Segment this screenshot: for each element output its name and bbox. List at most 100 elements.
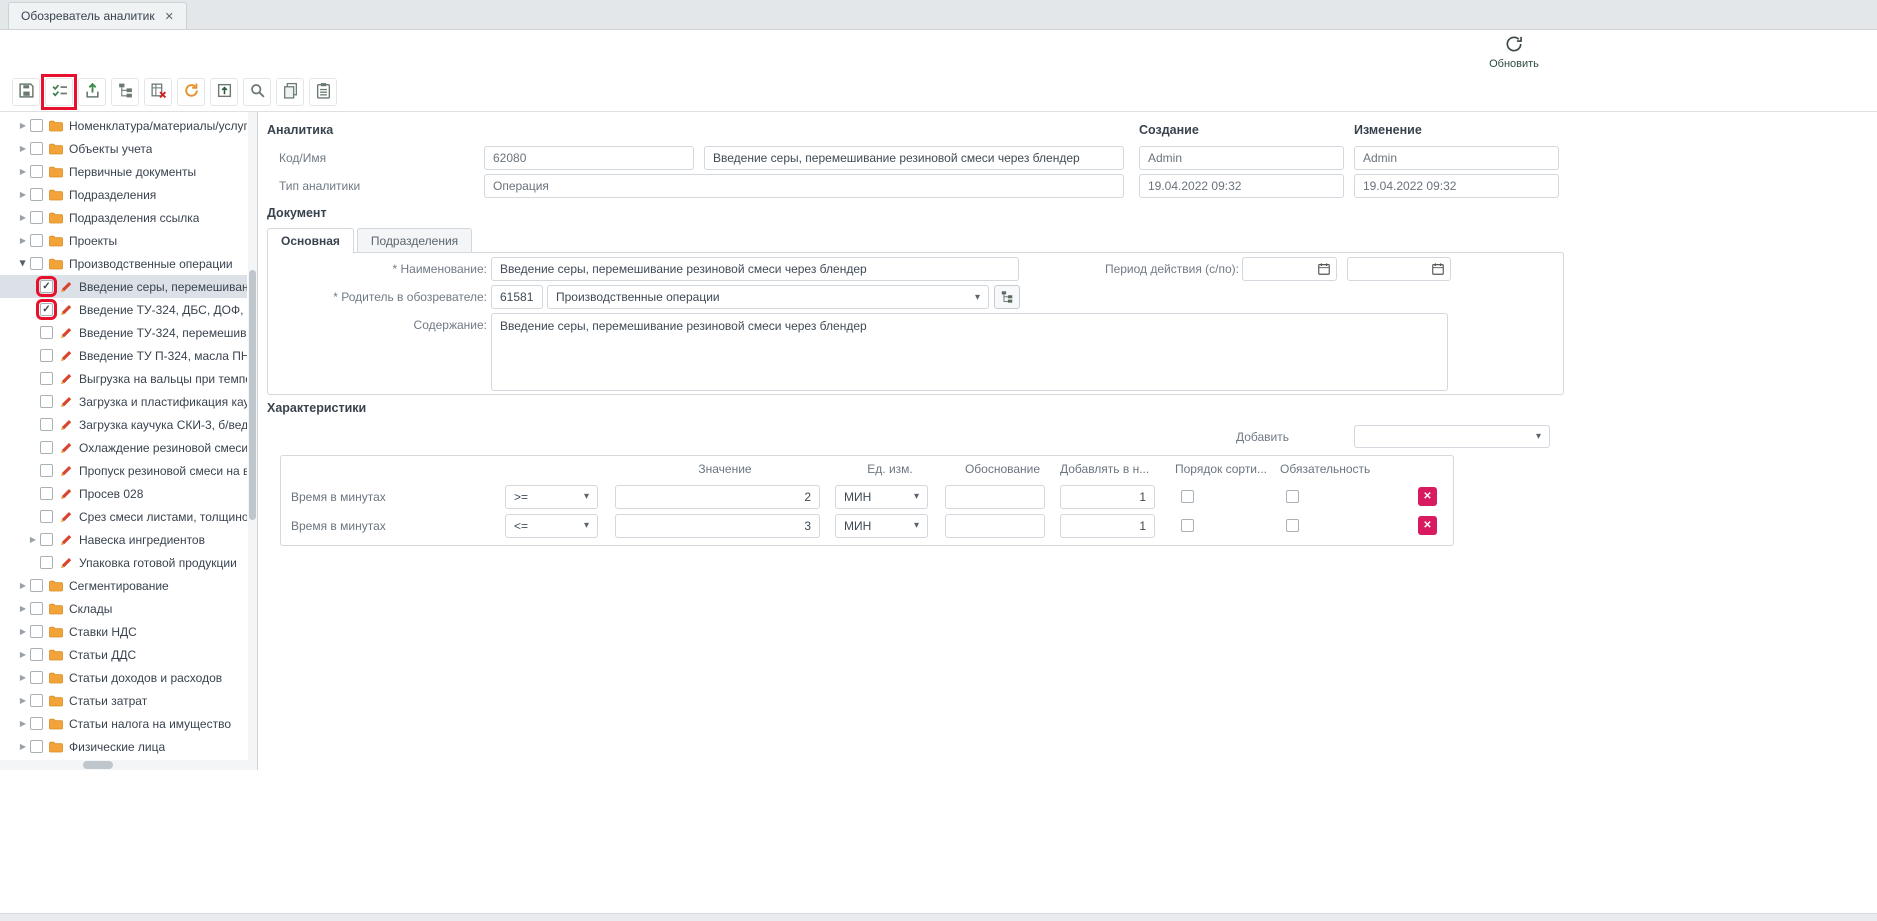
copy-button[interactable]	[276, 78, 304, 106]
expand-arrow-icon[interactable]: ▶	[16, 144, 30, 153]
tree-item-checkbox[interactable]	[30, 257, 43, 270]
tree-folder-row[interactable]: ▶Ставки НДС	[0, 620, 247, 643]
tree-folder-row[interactable]: ▶Склады	[0, 597, 247, 620]
tree-item-checkbox[interactable]	[40, 418, 53, 431]
tree-folder-row[interactable]: ▶Подразделения ссылка	[0, 206, 247, 229]
tree-leaf-row[interactable]: Введение ТУ-324, перемешиван	[0, 321, 247, 344]
tree-folder-row[interactable]: ▶Проекты	[0, 229, 247, 252]
expand-arrow-icon[interactable]: ▶	[16, 719, 30, 728]
unit-select[interactable]: МИН▾	[835, 485, 928, 509]
tree-item-checkbox[interactable]: ✓	[40, 303, 53, 316]
tree-leaf-row[interactable]: Срез смеси листами, толщиной	[0, 505, 247, 528]
expand-arrow-icon[interactable]: ▶	[16, 627, 30, 636]
parent-tree-picker-button[interactable]	[994, 285, 1020, 309]
tree-folder-row[interactable]: ▶Статьи затрат	[0, 689, 247, 712]
collapse-arrow-icon[interactable]: ▶	[19, 257, 28, 271]
parent-select[interactable]: Производственные операции ▾	[547, 285, 989, 309]
tab-departments[interactable]: Подразделения	[357, 228, 472, 253]
tree-item-checkbox[interactable]	[30, 234, 43, 247]
tree-item-checkbox[interactable]	[30, 142, 43, 155]
tab-main[interactable]: Основная	[267, 228, 354, 254]
tree-folder-row[interactable]: ▶Физические лица	[0, 735, 247, 758]
expand-arrow-icon[interactable]: ▶	[16, 581, 30, 590]
tree-folder-row[interactable]: ▶Сегментирование	[0, 574, 247, 597]
modified-date-input[interactable]	[1354, 174, 1559, 198]
tree-structure-button[interactable]	[111, 78, 139, 106]
tree-horizontal-scrollbar-thumb[interactable]	[83, 761, 113, 769]
sort-order-checkbox[interactable]	[1181, 490, 1194, 503]
delete-row-button[interactable]: ✕	[1418, 487, 1437, 506]
tree-item-checkbox[interactable]	[30, 694, 43, 707]
expand-arrow-icon[interactable]: ▶	[16, 696, 30, 705]
add-number-input[interactable]	[1060, 514, 1155, 538]
required-checkbox[interactable]	[1286, 490, 1299, 503]
close-tab-icon[interactable]: ✕	[165, 10, 174, 23]
tree-folder-row[interactable]: ▶Первичные документы	[0, 160, 247, 183]
refresh-cycle-button[interactable]	[177, 78, 205, 106]
tree-item-checkbox[interactable]	[40, 487, 53, 500]
parent-code-input[interactable]	[491, 285, 543, 309]
tree-item-checkbox[interactable]	[40, 349, 53, 362]
sort-order-checkbox[interactable]	[1181, 519, 1194, 532]
period-from-input[interactable]	[1242, 257, 1337, 281]
check-selection-button[interactable]	[45, 78, 73, 106]
tree-item-checkbox[interactable]	[40, 533, 53, 546]
tab-analytics-explorer[interactable]: Обозреватель аналитик ✕	[8, 2, 187, 29]
doc-name-input[interactable]	[491, 257, 1019, 281]
created-user-input[interactable]	[1139, 146, 1344, 170]
upload-button[interactable]	[210, 78, 238, 106]
tree-folder-row[interactable]: ▶Номенклатура/материалы/услуги	[0, 114, 247, 137]
paste-button[interactable]	[309, 78, 337, 106]
add-number-input[interactable]	[1060, 485, 1155, 509]
tree-leaf-row[interactable]: ✓Введение ТУ-324, ДБС, ДОФ, пер	[0, 298, 247, 321]
tree-item-checkbox[interactable]	[30, 602, 43, 615]
save-button[interactable]	[12, 78, 40, 106]
expand-arrow-icon[interactable]: ▶	[16, 604, 30, 613]
operator-select[interactable]: <=▾	[505, 514, 598, 538]
tree-folder-row[interactable]: ▶Производственные операции	[0, 252, 247, 275]
expand-arrow-icon[interactable]: ▶	[16, 742, 30, 751]
justification-input[interactable]	[945, 514, 1045, 538]
tree-item-checkbox[interactable]	[40, 372, 53, 385]
tree-leaf-row[interactable]: Введение ТУ П-324, масла ПН-6	[0, 344, 247, 367]
analytics-type-input[interactable]	[484, 174, 1124, 198]
tree-item-checkbox[interactable]	[30, 717, 43, 730]
tree-leaf-row[interactable]: Загрузка и пластификация кауч	[0, 390, 247, 413]
search-button[interactable]	[243, 78, 271, 106]
tree-vertical-scrollbar[interactable]	[248, 112, 257, 770]
tree-item-checkbox[interactable]: ✓	[40, 280, 53, 293]
expand-arrow-icon[interactable]: ▶	[16, 673, 30, 682]
tree-leaf-row[interactable]: ✓Введение серы, перемешивание	[0, 275, 247, 298]
tree-folder-row[interactable]: ▶Статьи ДДС	[0, 643, 247, 666]
tree-folder-row[interactable]: ▶Подразделения	[0, 183, 247, 206]
expand-arrow-icon[interactable]: ▶	[16, 650, 30, 659]
tree-folder-row[interactable]: ▶Статьи доходов и расходов	[0, 666, 247, 689]
tree-item-checkbox[interactable]	[40, 510, 53, 523]
tree-horizontal-scrollbar[interactable]	[0, 760, 248, 770]
tree-leaf-row[interactable]: Упаковка готовой продукции	[0, 551, 247, 574]
delete-row-button[interactable]: ✕	[1418, 516, 1437, 535]
created-date-input[interactable]	[1139, 174, 1344, 198]
tree-folder-row[interactable]: ▶Объекты учета	[0, 137, 247, 160]
tree-item-checkbox[interactable]	[30, 648, 43, 661]
code-input[interactable]	[484, 146, 694, 170]
tree-item-checkbox[interactable]	[40, 556, 53, 569]
expand-arrow-icon[interactable]: ▶	[16, 236, 30, 245]
justification-input[interactable]	[945, 485, 1045, 509]
modified-user-input[interactable]	[1354, 146, 1559, 170]
tree-item-checkbox[interactable]	[30, 579, 43, 592]
tree-leaf-row[interactable]: Выгрузка на вальцы при темпе	[0, 367, 247, 390]
tree-item-checkbox[interactable]	[30, 188, 43, 201]
tree-item-checkbox[interactable]	[30, 119, 43, 132]
unit-select[interactable]: МИН▾	[835, 514, 928, 538]
refresh-button[interactable]: Обновить	[1479, 34, 1549, 70]
expand-arrow-icon[interactable]: ▶	[16, 190, 30, 199]
analytics-name-input[interactable]	[704, 146, 1124, 170]
tree-leaf-row[interactable]: Охлаждение резиновой смеси н	[0, 436, 247, 459]
delete-table-button[interactable]	[144, 78, 172, 106]
expand-arrow-icon[interactable]: ▶	[16, 121, 30, 130]
tree-item-checkbox[interactable]	[30, 625, 43, 638]
tree-leaf-row[interactable]: ▶Навеска ингредиентов	[0, 528, 247, 551]
value-input[interactable]	[615, 485, 820, 509]
tree-item-checkbox[interactable]	[30, 671, 43, 684]
